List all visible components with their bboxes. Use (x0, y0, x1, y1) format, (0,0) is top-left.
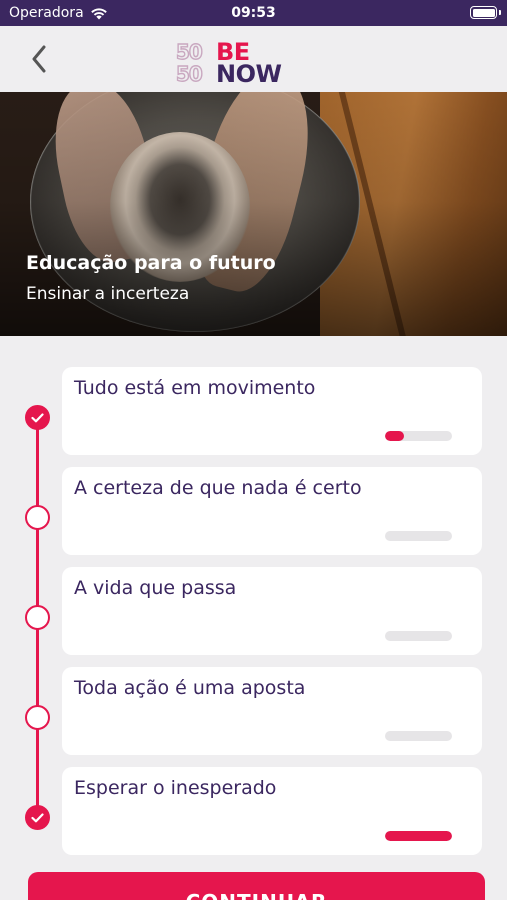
lesson-progress-bar (385, 831, 452, 841)
lesson-progress-bar (385, 731, 452, 741)
continue-button[interactable]: CONTINUAR (28, 872, 485, 900)
lesson-progress-fill (385, 831, 452, 841)
course-title: Educação para o futuro (26, 252, 276, 274)
navigation-bar: 50 50 BE NOW (0, 26, 507, 92)
lesson-progress-bar (385, 431, 452, 441)
course-subtitle: Ensinar a incerteza (26, 284, 190, 304)
lesson-status-pending (25, 605, 50, 630)
checkmark-icon (31, 812, 44, 822)
app-logo: 50 50 BE NOW (174, 40, 294, 86)
lesson-progress-bar (385, 531, 452, 541)
lesson-title: Tudo está em movimento (74, 377, 316, 399)
status-time: 09:53 (231, 5, 276, 21)
lesson-card[interactable]: Esperar o inesperado (62, 767, 482, 855)
lesson-status-completed (25, 805, 50, 830)
hero-banner: Educação para o futuro Ensinar a incerte… (0, 92, 507, 336)
lesson-card[interactable]: Toda ação é uma aposta (62, 667, 482, 755)
lesson-title: Esperar o inesperado (74, 777, 277, 799)
lesson-progress-fill (385, 431, 404, 441)
checkmark-icon (31, 412, 44, 422)
lesson-title: A vida que passa (74, 577, 237, 599)
lesson-card[interactable]: A certeza de que nada é certo (62, 467, 482, 555)
lesson-status-completed (25, 405, 50, 430)
lesson-progress-bar (385, 631, 452, 641)
logo-word-now: NOW (216, 60, 282, 88)
back-button[interactable] (22, 42, 56, 76)
logo-number-bottom: 50 (175, 62, 203, 86)
logo-number-top: 50 (175, 40, 203, 64)
lesson-title: A certeza de que nada é certo (74, 477, 362, 499)
lesson-status-pending (25, 505, 50, 530)
battery-icon (470, 6, 501, 19)
lesson-title: Toda ação é uma aposta (74, 677, 306, 699)
chevron-left-icon (32, 45, 46, 73)
lesson-card[interactable]: A vida que passa (62, 567, 482, 655)
lesson-card[interactable]: Tudo está em movimento (62, 367, 482, 455)
status-bar: Operadora 09:53 (0, 0, 507, 26)
lesson-status-pending (25, 705, 50, 730)
